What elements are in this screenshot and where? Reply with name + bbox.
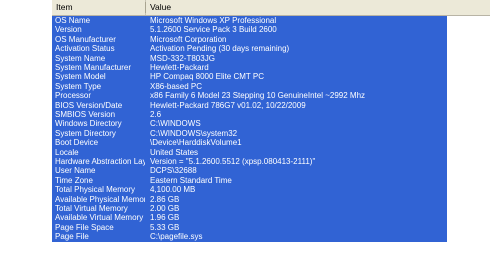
row-item: BIOS Version/Date: [55, 101, 123, 110]
row-value: Hewlett-Packard 786G7 v01.02, 10/22/2009: [150, 101, 306, 110]
table-row[interactable]: System Name MSD-332-T803JG: [52, 55, 447, 63]
row-item: Available Virtual Memory: [55, 214, 144, 223]
row-value: 2.00 GB: [150, 205, 180, 213]
row-item: Total Virtual Memory: [55, 205, 128, 213]
row-item: Boot Device: [55, 139, 99, 148]
table-row[interactable]: Available Virtual Memory 1.96 GB: [52, 214, 447, 222]
table-row[interactable]: BIOS Version/Date Hewlett-Packard 786G7 v…: [52, 102, 447, 110]
table-row[interactable]: Available Physical Memory 2.86 GB: [52, 196, 447, 204]
row-item: Total Physical Memory: [55, 186, 136, 195]
table-row[interactable]: Processor x86 Family 6 Model 23 Stepping …: [52, 92, 447, 100]
table-row[interactable]: Locale United States: [52, 149, 447, 157]
row-item: Windows Directory: [55, 120, 122, 129]
table-row[interactable]: Total Virtual Memory 2.00 GB: [52, 205, 447, 213]
row-value: 4,100.00 MB: [150, 186, 196, 195]
row-item: OS Manufacturer: [55, 35, 116, 44]
table-row[interactable]: Activation Status Activation Pending (30 …: [52, 45, 447, 53]
row-item: System Manufacturer: [55, 64, 132, 72]
row-value: Activation Pending (30 days remaining): [150, 45, 290, 54]
table-row[interactable]: OS Manufacturer Microsoft Corporation: [52, 36, 447, 44]
row-item: System Name: [55, 54, 106, 63]
row-item: Version: [55, 26, 82, 35]
row-item: System Directory: [55, 129, 116, 138]
table-row[interactable]: Hardware Abstraction Layer Version = "5.1…: [52, 158, 447, 166]
table-row[interactable]: SMBIOS Version 2.6: [52, 111, 447, 119]
table-row[interactable]: Page File C:\pagefile.sys: [52, 233, 447, 241]
table-row[interactable]: System Type X86-based PC: [52, 83, 447, 91]
row-item: Time Zone: [55, 176, 93, 185]
row-value: 5.33 GB: [150, 223, 180, 232]
row-item: Page File Space: [55, 223, 114, 232]
row-value: Hewlett-Packard: [150, 64, 209, 72]
row-value: United States: [150, 148, 199, 157]
row-item: Page File: [55, 233, 89, 242]
system-summary-list: Item Value OS Name Microsoft Windows XP P…: [52, 0, 490, 261]
table-row[interactable]: System Model HP Compaq 8000 Elite CMT PC: [52, 73, 447, 81]
table-row[interactable]: Page File Space 5.33 GB: [52, 224, 447, 232]
row-value: 2.6: [150, 111, 162, 119]
row-item: System Type: [55, 82, 102, 91]
row-item: OS Name: [55, 17, 91, 25]
row-item: User Name: [55, 167, 96, 176]
left-margin: [0, 0, 52, 261]
row-value: X86-based PC: [150, 82, 203, 91]
table-row[interactable]: Windows Directory C:\WINDOWS: [52, 120, 447, 128]
row-item: Processor: [55, 92, 92, 101]
row-value: HP Compaq 8000 Elite CMT PC: [150, 73, 264, 82]
row-value: Version = "5.1.2600.5512 (xpsp.080413-21…: [150, 158, 316, 166]
row-value: Eastern Standard Time: [150, 176, 232, 185]
row-item: Available Physical Memory: [55, 195, 145, 204]
table-row[interactable]: Time Zone Eastern Standard Time: [52, 177, 447, 185]
selected-rows-block: OS Name Microsoft Windows XP Professional…: [52, 16, 447, 242]
row-value: 1.96 GB: [150, 214, 180, 223]
table-row[interactable]: OS Name Microsoft Windows XP Professional: [52, 17, 447, 25]
row-item: Locale: [55, 148, 79, 157]
row-value: Microsoft Corporation: [150, 35, 227, 44]
table-row[interactable]: Version 5.1.2600 Service Pack 3 Build 260…: [52, 26, 447, 34]
list-header: Item Value: [52, 0, 490, 16]
table-row[interactable]: System Manufacturer Hewlett-Packard: [52, 64, 447, 72]
row-item: Hardware Abstraction Layer: [55, 158, 145, 166]
row-value: 5.1.2600 Service Pack 3 Build 2600: [150, 26, 277, 35]
row-value: C:\WINDOWS\system32: [150, 129, 238, 138]
row-item: System Model: [55, 73, 106, 82]
row-value: \Device\HarddiskVolume1: [150, 139, 242, 148]
row-item: Activation Status: [55, 45, 115, 54]
column-header-item[interactable]: Item: [52, 0, 146, 15]
row-value: MSD-332-T803JG: [150, 54, 215, 63]
table-row[interactable]: User Name DCPS\32688: [52, 167, 447, 175]
row-value: x86 Family 6 Model 23 Stepping 10 Genuin…: [150, 92, 366, 101]
row-item: SMBIOS Version: [55, 111, 116, 119]
column-header-value[interactable]: Value: [146, 0, 446, 15]
table-row[interactable]: Total Physical Memory 4,100.00 MB: [52, 186, 447, 194]
row-value: Microsoft Windows XP Professional: [150, 17, 277, 25]
row-value: C:\pagefile.sys: [150, 233, 203, 242]
row-value: C:\WINDOWS: [150, 120, 201, 129]
row-value: 2.86 GB: [150, 195, 180, 204]
table-row[interactable]: System Directory C:\WINDOWS\system32: [52, 130, 447, 138]
row-value: DCPS\32688: [150, 167, 197, 176]
table-row[interactable]: Boot Device \Device\HarddiskVolume1: [52, 139, 447, 147]
